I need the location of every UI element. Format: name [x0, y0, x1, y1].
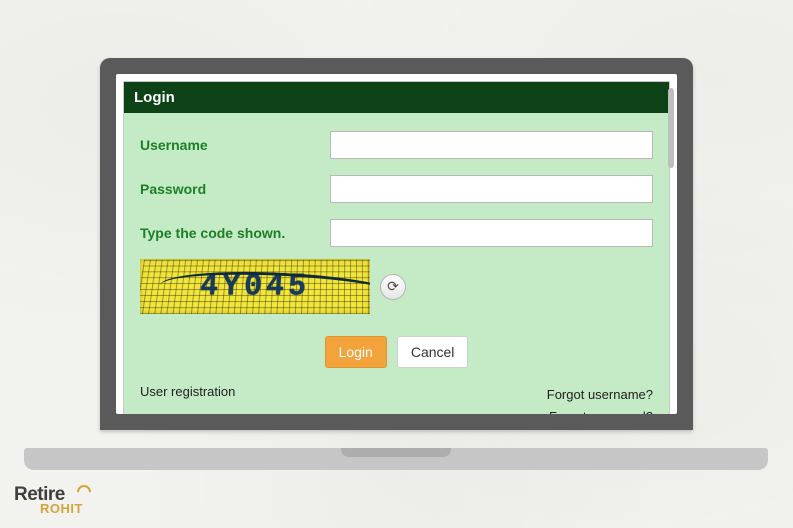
refresh-icon: ⟳: [387, 278, 399, 295]
password-row: Password: [140, 175, 653, 203]
laptop-base: [24, 448, 768, 470]
captcha-label: Type the code shown.: [140, 225, 330, 241]
watermark-top: Retire: [14, 484, 83, 506]
captcha-display-row: 4Y045 ⟳: [140, 259, 653, 314]
password-input[interactable]: [330, 175, 653, 203]
watermark-logo: Retire ROHIT: [14, 484, 83, 516]
laptop-frame: Login Username Password Type the code sh…: [100, 58, 693, 430]
captcha-image: 4Y045: [140, 259, 370, 314]
scrollbar-thumb[interactable]: [668, 88, 674, 168]
username-row: Username: [140, 131, 653, 159]
button-row: Login Cancel: [140, 336, 653, 368]
panel-title: Login: [124, 82, 669, 113]
captcha-input-row: Type the code shown.: [140, 219, 653, 247]
login-panel: Login Username Password Type the code sh…: [123, 81, 670, 414]
captcha-refresh-button[interactable]: ⟳: [380, 274, 406, 300]
username-label: Username: [140, 137, 330, 153]
login-body: Username Password Type the code shown.: [124, 113, 669, 414]
login-button[interactable]: Login: [325, 336, 387, 368]
laptop-bezel: Login Username Password Type the code sh…: [100, 58, 693, 430]
captcha-input[interactable]: [330, 219, 653, 247]
watermark-top-text: Retire: [14, 484, 65, 505]
screen: Login Username Password Type the code sh…: [116, 74, 677, 414]
user-registration-link[interactable]: User registration: [140, 384, 235, 399]
username-input[interactable]: [330, 131, 653, 159]
forgot-password-link[interactable]: Forgot password?: [549, 409, 653, 414]
forgot-username-link[interactable]: Forgot username?: [547, 387, 653, 402]
signal-icon: [74, 482, 94, 502]
cancel-button[interactable]: Cancel: [397, 336, 469, 368]
forgot-links: Forgot username? Forgot password?: [547, 384, 653, 414]
links-row: User registration Forgot username? Forgo…: [140, 384, 653, 414]
password-label: Password: [140, 181, 330, 197]
